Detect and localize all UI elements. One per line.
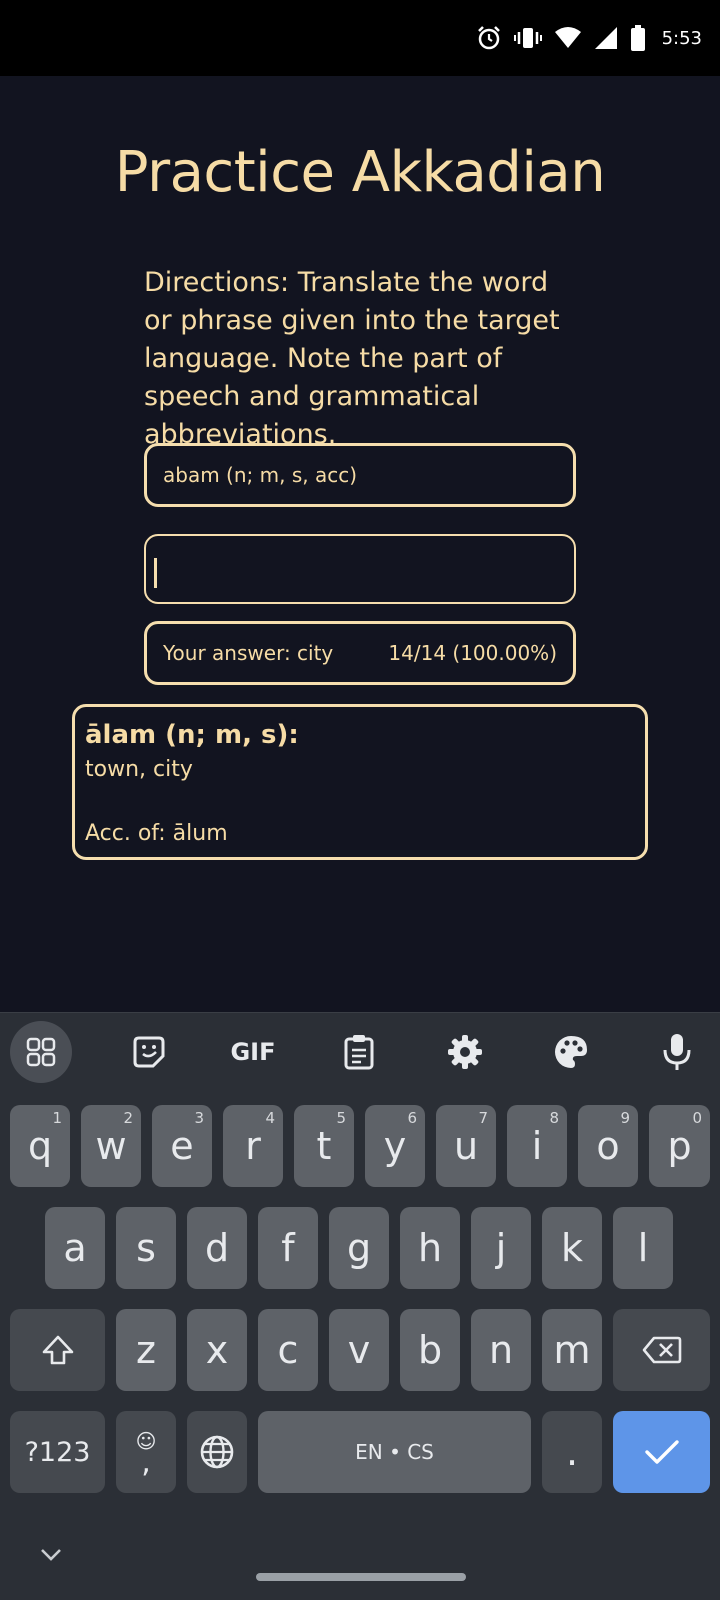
key-t[interactable]: t5 bbox=[294, 1105, 354, 1187]
wifi-icon bbox=[554, 26, 582, 50]
backspace-key[interactable] bbox=[613, 1309, 710, 1391]
page-title: Practice Akkadian bbox=[114, 140, 606, 205]
shift-icon bbox=[42, 1335, 73, 1365]
definition-note: Acc. of: ālum bbox=[85, 821, 228, 846]
microphone-icon[interactable] bbox=[646, 1021, 708, 1083]
key-l[interactable]: l bbox=[613, 1207, 673, 1289]
key-u[interactable]: u7 bbox=[436, 1105, 496, 1187]
key-m[interactable]: m bbox=[542, 1309, 602, 1391]
your-answer-text: Your answer: city bbox=[163, 641, 334, 665]
key-o[interactable]: o9 bbox=[578, 1105, 638, 1187]
key-i[interactable]: i8 bbox=[507, 1105, 567, 1187]
score-text: 14/14 (100.00%) bbox=[388, 641, 557, 665]
settings-icon[interactable] bbox=[434, 1021, 496, 1083]
key-q[interactable]: q1 bbox=[10, 1105, 70, 1187]
vibrate-icon bbox=[513, 25, 542, 51]
comma-key[interactable]: ☺ , bbox=[116, 1411, 176, 1493]
signal-icon bbox=[594, 26, 618, 50]
on-screen-keyboard: GIF q1 w2 e3 r4 t5 y6 u7 i8 o9 p0 a s d … bbox=[0, 1012, 720, 1600]
language-key[interactable] bbox=[187, 1411, 247, 1493]
palette-icon[interactable] bbox=[540, 1021, 602, 1083]
prompt-box: abam (n; m, s, acc) bbox=[144, 443, 576, 507]
key-p[interactable]: p0 bbox=[649, 1105, 710, 1187]
answer-input[interactable] bbox=[144, 534, 576, 604]
key-g[interactable]: g bbox=[329, 1207, 389, 1289]
text-cursor bbox=[154, 558, 157, 588]
key-s[interactable]: s bbox=[116, 1207, 176, 1289]
key-r[interactable]: r4 bbox=[223, 1105, 283, 1187]
key-n[interactable]: n bbox=[471, 1309, 531, 1391]
key-y[interactable]: y6 bbox=[365, 1105, 425, 1187]
sticker-icon[interactable] bbox=[118, 1021, 180, 1083]
keyboard-hide-chevron-icon[interactable] bbox=[40, 1548, 62, 1567]
period-key[interactable]: . bbox=[542, 1411, 602, 1493]
key-c[interactable]: c bbox=[258, 1309, 318, 1391]
key-z[interactable]: z bbox=[116, 1309, 176, 1391]
status-bar: 5:53 bbox=[0, 0, 720, 76]
alarm-icon bbox=[476, 25, 502, 51]
key-d[interactable]: d bbox=[187, 1207, 247, 1289]
key-k[interactable]: k bbox=[542, 1207, 602, 1289]
key-a[interactable]: a bbox=[45, 1207, 105, 1289]
key-e[interactable]: e3 bbox=[152, 1105, 212, 1187]
key-b[interactable]: b bbox=[400, 1309, 460, 1391]
definition-headword: ālam (n; m, s): bbox=[85, 720, 299, 750]
key-f[interactable]: f bbox=[258, 1207, 318, 1289]
key-h[interactable]: h bbox=[400, 1207, 460, 1289]
clipboard-icon[interactable] bbox=[328, 1021, 390, 1083]
gif-button[interactable]: GIF bbox=[222, 1021, 284, 1083]
definition-meaning: town, city bbox=[85, 757, 193, 782]
key-v[interactable]: v bbox=[329, 1309, 389, 1391]
key-w[interactable]: w2 bbox=[81, 1105, 141, 1187]
check-icon bbox=[644, 1440, 679, 1464]
home-gesture-bar[interactable] bbox=[256, 1573, 466, 1581]
directions-text: Directions: Translate the word or phrase… bbox=[144, 267, 560, 450]
keyboard-toolbar: GIF bbox=[0, 1013, 720, 1087]
backspace-icon bbox=[642, 1336, 681, 1364]
battery-icon bbox=[630, 25, 646, 51]
apps-icon[interactable] bbox=[10, 1021, 72, 1083]
key-x[interactable]: x bbox=[187, 1309, 247, 1391]
prompt-text: abam (n; m, s, acc) bbox=[163, 463, 358, 487]
key-j[interactable]: j bbox=[471, 1207, 531, 1289]
result-box: Your answer: city 14/14 (100.00%) bbox=[144, 621, 576, 685]
status-time: 5:53 bbox=[661, 27, 702, 49]
space-bar[interactable]: EN • CS bbox=[258, 1411, 531, 1493]
enter-key[interactable] bbox=[613, 1411, 710, 1493]
globe-icon bbox=[200, 1435, 234, 1469]
definition-card: ālam (n; m, s): town, city Acc. of: ālum bbox=[72, 704, 648, 860]
symbols-key[interactable]: ?123 bbox=[10, 1411, 105, 1493]
shift-key[interactable] bbox=[10, 1309, 105, 1391]
